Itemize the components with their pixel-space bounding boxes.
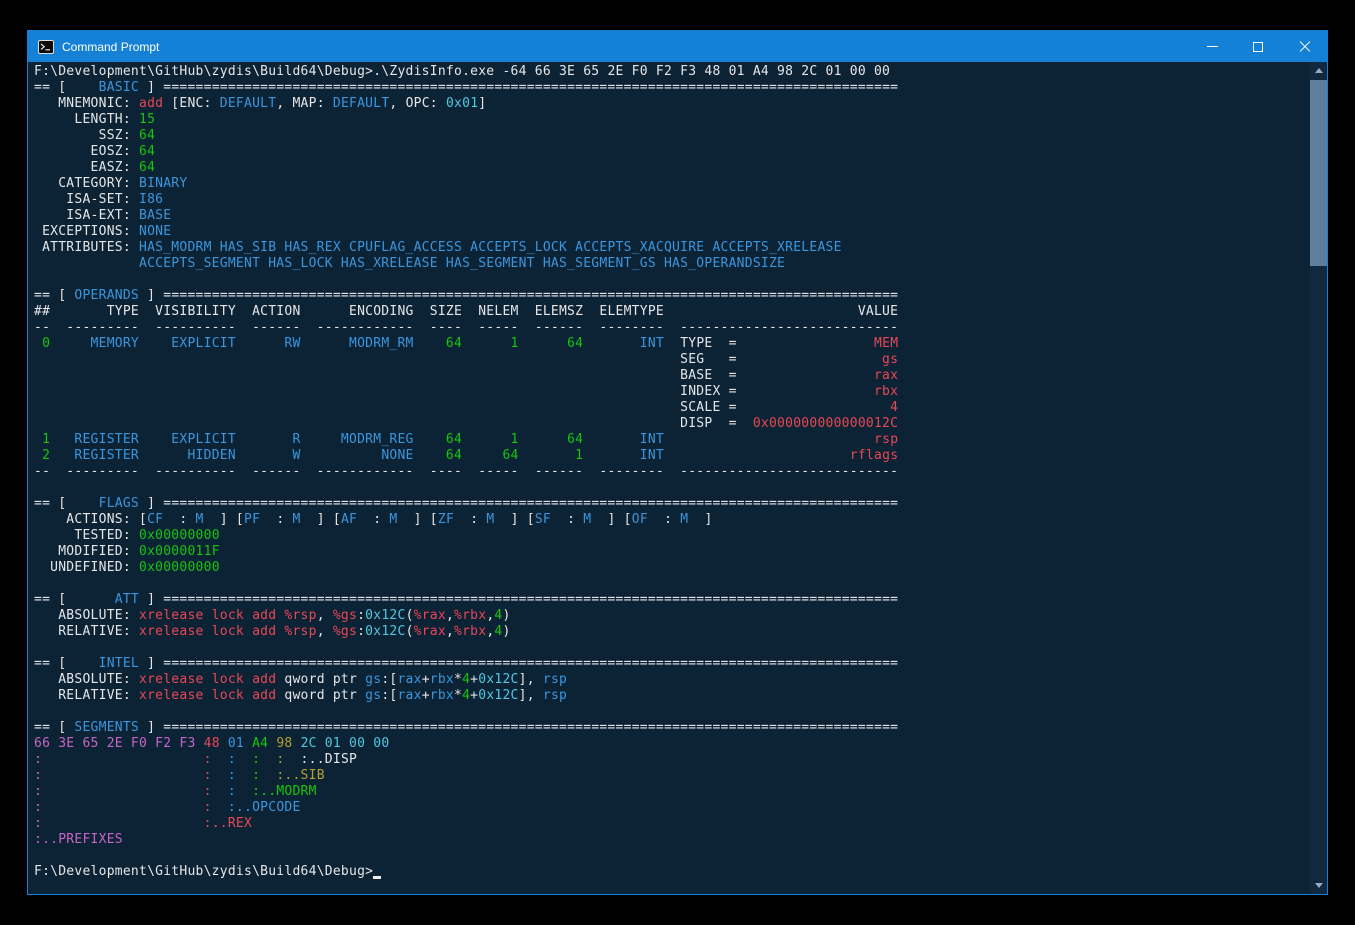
close-icon	[1298, 40, 1311, 53]
terminal-line: ISA-SET: I86	[34, 192, 1306, 208]
desktop: { "window": { "title": "Command Prompt" …	[0, 0, 1355, 925]
terminal-line: == [ BASIC ] ===========================…	[34, 80, 1306, 96]
terminal-line	[34, 640, 1306, 656]
terminal-line: MODIFIED: 0x0000011F	[34, 544, 1306, 560]
terminal-output[interactable]: F:\Development\GitHub\zydis\Build64\Debu…	[28, 62, 1310, 894]
terminal-line: 0 MEMORY EXPLICIT RW MODRM_RM 64 1 64 IN…	[34, 336, 1306, 352]
arrow-down-icon	[1315, 883, 1323, 888]
terminal-line: RELATIVE: xrelease lock add qword ptr gs…	[34, 688, 1306, 704]
vertical-scrollbar	[1310, 62, 1327, 894]
terminal-line: ABSOLUTE: xrelease lock add qword ptr gs…	[34, 672, 1306, 688]
terminal-line: : :..REX	[34, 816, 1306, 832]
terminal-line: -- --------- ---------- ------ ---------…	[34, 464, 1306, 480]
terminal-line	[34, 480, 1306, 496]
terminal-line: MNEMONIC: add [ENC: DEFAULT, MAP: DEFAUL…	[34, 96, 1306, 112]
terminal-line: ABSOLUTE: xrelease lock add %rsp, %gs:0x…	[34, 608, 1306, 624]
close-button[interactable]	[1281, 31, 1327, 62]
terminal-line: == [ OPERANDS ] ========================…	[34, 288, 1306, 304]
terminal-line: EOSZ: 64	[34, 144, 1306, 160]
maximize-button[interactable]	[1235, 31, 1281, 62]
terminal-line	[34, 272, 1306, 288]
terminal-line: == [ INTEL ] ===========================…	[34, 656, 1306, 672]
terminal-line: UNDEFINED: 0x00000000	[34, 560, 1306, 576]
scroll-up-button[interactable]	[1310, 62, 1327, 79]
terminal-line: SCALE = 4	[34, 400, 1306, 416]
terminal-line: -- --------- ---------- ------ ---------…	[34, 320, 1306, 336]
terminal-line: LENGTH: 15	[34, 112, 1306, 128]
terminal-line: :..PREFIXES	[34, 832, 1306, 848]
terminal-line: == [ SEGMENTS ] ========================…	[34, 720, 1306, 736]
terminal-line: : : :..OPCODE	[34, 800, 1306, 816]
terminal-line: EASZ: 64	[34, 160, 1306, 176]
terminal-line	[34, 848, 1306, 864]
terminal-line: CATEGORY: BINARY	[34, 176, 1306, 192]
terminal-line: TESTED: 0x00000000	[34, 528, 1306, 544]
window-body: F:\Development\GitHub\zydis\Build64\Debu…	[28, 62, 1327, 894]
minimize-button[interactable]	[1189, 31, 1235, 62]
maximize-icon	[1253, 42, 1263, 52]
terminal-line: ## TYPE VISIBILITY ACTION ENCODING SIZE …	[34, 304, 1306, 320]
title-bar[interactable]: Command Prompt	[28, 31, 1327, 62]
terminal-line: : : : :..MODRM	[34, 784, 1306, 800]
terminal-line: : : : : :..SIB	[34, 768, 1306, 784]
terminal-line: BASE = rax	[34, 368, 1306, 384]
terminal-line: RELATIVE: xrelease lock add %rsp, %gs:0x…	[34, 624, 1306, 640]
minimize-icon	[1207, 46, 1218, 47]
scroll-down-button[interactable]	[1310, 877, 1327, 894]
terminal-line: SSZ: 64	[34, 128, 1306, 144]
terminal-line: ISA-EXT: BASE	[34, 208, 1306, 224]
terminal-line: INDEX = rbx	[34, 384, 1306, 400]
terminal-line: == [ FLAGS ] ===========================…	[34, 496, 1306, 512]
terminal-line	[34, 576, 1306, 592]
terminal-line: == [ ATT ] =============================…	[34, 592, 1306, 608]
terminal-line: SEG = gs	[34, 352, 1306, 368]
terminal-line: EXCEPTIONS: NONE	[34, 224, 1306, 240]
scrollbar-track[interactable]	[1310, 79, 1327, 877]
terminal-line: 66 3E 65 2E F0 F2 F3 48 01 A4 98 2C 01 0…	[34, 736, 1306, 752]
arrow-up-icon	[1315, 68, 1323, 73]
terminal-line: DISP = 0x000000000000012C	[34, 416, 1306, 432]
scrollbar-thumb[interactable]	[1310, 80, 1327, 266]
terminal-line: ACCEPTS_SEGMENT HAS_LOCK HAS_XRELEASE HA…	[34, 256, 1306, 272]
terminal-line	[34, 704, 1306, 720]
terminal-line: ACTIONS: [CF : M ] [PF : M ] [AF : M ] […	[34, 512, 1306, 528]
window-title: Command Prompt	[62, 40, 1189, 54]
window-controls	[1189, 31, 1327, 62]
terminal-line: ATTRIBUTES: HAS_MODRM HAS_SIB HAS_REX CP…	[34, 240, 1306, 256]
terminal-line: F:\Development\GitHub\zydis\Build64\Debu…	[34, 864, 1306, 880]
terminal-line: F:\Development\GitHub\zydis\Build64\Debu…	[34, 64, 1306, 80]
terminal-line: 2 REGISTER HIDDEN W NONE 64 64 1 INT rfl…	[34, 448, 1306, 464]
terminal-line: : : : : : :..DISP	[34, 752, 1306, 768]
cmd-icon[interactable]	[38, 39, 54, 55]
text-cursor	[373, 866, 381, 879]
command-prompt-window: Command Prompt F:\Development\GitHub\zyd…	[27, 30, 1328, 895]
terminal-line: 1 REGISTER EXPLICIT R MODRM_REG 64 1 64 …	[34, 432, 1306, 448]
